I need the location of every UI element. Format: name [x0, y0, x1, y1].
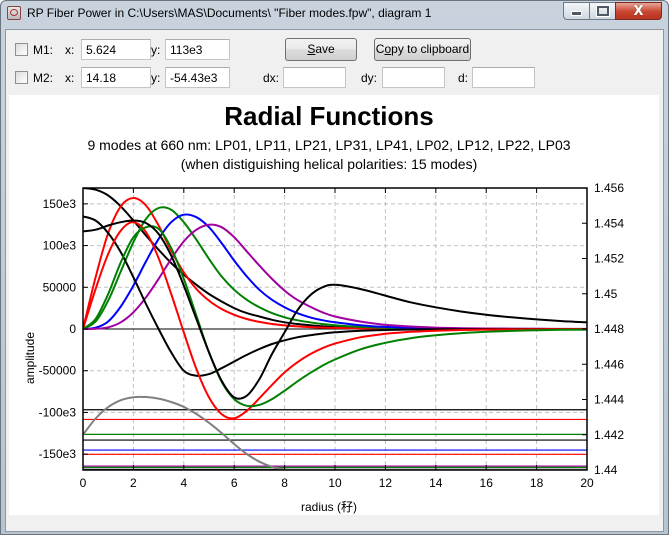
- m2-checkbox[interactable]: [15, 71, 28, 84]
- d-label: d:: [458, 71, 469, 85]
- x-tick-label: 14: [429, 476, 443, 490]
- x-tick-label: 8: [281, 476, 288, 490]
- y2-tick-label: 1.456: [594, 181, 624, 195]
- status-strip: [9, 515, 659, 529]
- x-tick-label: 18: [530, 476, 544, 490]
- x-tick-label: 16: [480, 476, 494, 490]
- x-tick-label: 4: [180, 476, 187, 490]
- m1-checkbox[interactable]: [15, 43, 28, 56]
- x-tick-label: 0: [80, 476, 87, 490]
- dx-label: dx:: [263, 71, 280, 85]
- y2-tick-label: 1.452: [594, 252, 624, 266]
- m2-x-field[interactable]: 14.18: [81, 67, 151, 88]
- y2-tick-label: 1.442: [594, 428, 624, 442]
- dx-field[interactable]: [283, 67, 346, 88]
- y-axis-label: amplitude: [23, 332, 37, 384]
- marker-m2-row: M2: x: 14.18 y: -54.43e3 dx: dy: d:: [6, 67, 661, 89]
- title-bar[interactable]: RP Fiber Power in C:\Users\MAS\Documents…: [1, 1, 668, 29]
- m1-x-field[interactable]: 5.624: [81, 39, 151, 60]
- y-tick-label: -150e3: [39, 447, 77, 461]
- chart-subtitle-2: (when distiguishing helical polarities: …: [181, 156, 478, 172]
- save-button[interactable]: Save: [285, 38, 357, 61]
- m2-x-label: x:: [65, 71, 75, 85]
- y-tick-label: -100e3: [39, 405, 77, 419]
- marker-m1-row: M1: x: 5.624 y: 113e3 Save Copy to clipb…: [6, 38, 661, 61]
- m1-label: M1:: [33, 43, 54, 57]
- maximize-button[interactable]: [589, 2, 616, 20]
- y-tick-label: 100e3: [43, 239, 77, 253]
- x-tick-label: 20: [580, 476, 594, 490]
- close-button[interactable]: X: [615, 2, 662, 20]
- maximize-icon: [595, 5, 610, 17]
- minimize-icon: [571, 11, 582, 16]
- x-tick-label: 2: [130, 476, 137, 490]
- window-title: RP Fiber Power in C:\Users\MAS\Documents…: [27, 6, 432, 20]
- y2-tick-label: 1.454: [594, 216, 624, 230]
- rp-fiber-power-icon[interactable]: [7, 6, 21, 20]
- radial-functions-chart[interactable]: 0 2 4 6 8 10 12 14 16 18 20 150e3 100e3 50000 0 -50000 -…: [9, 95, 659, 515]
- y2-tick-label: 1.45: [594, 287, 618, 301]
- y2-tick-label: 1.446: [594, 357, 624, 371]
- m2-y-label: y:: [151, 71, 161, 85]
- m1-y-label: y:: [151, 43, 161, 57]
- y2-tick-label: 1.444: [594, 393, 624, 407]
- app-window: RP Fiber Power in C:\Users\MAS\Documents…: [0, 0, 669, 535]
- copy-label-rest: py to clipboard: [391, 42, 470, 56]
- chart-subtitle: 9 modes at 660 nm: LP01, LP11, LP21, LP3…: [87, 137, 570, 153]
- x-axis-label: radius (秄): [301, 500, 357, 514]
- m2-y-field[interactable]: -54.43e3: [165, 67, 230, 88]
- m1-x-label: x:: [65, 43, 75, 57]
- save-label-rest: ave: [315, 42, 335, 56]
- close-icon: X: [633, 3, 644, 19]
- d-field[interactable]: [472, 67, 535, 88]
- m2-label: M2:: [33, 71, 54, 85]
- x-tick-label: 6: [231, 476, 238, 490]
- dy-label: dy:: [361, 71, 378, 85]
- y-tick-label: 50000: [43, 280, 77, 294]
- diagram-panel[interactable]: 0 2 4 6 8 10 12 14 16 18 20 150e3 100e3 50000 0 -50000 -…: [9, 95, 659, 515]
- y-tick-label: 150e3: [43, 197, 77, 211]
- copy-to-clipboard-button[interactable]: Copy to clipboard: [374, 38, 471, 61]
- chart-title: Radial Functions: [224, 101, 433, 131]
- y2-tick-label: 1.44: [594, 463, 618, 477]
- minimize-button[interactable]: [563, 2, 590, 20]
- x-tick-label: 10: [328, 476, 342, 490]
- y-tick-label: 0: [69, 322, 76, 336]
- client-area: M1: x: 5.624 y: 113e3 Save Copy to clipb…: [5, 29, 664, 532]
- y2-tick-label: 1.448: [594, 322, 624, 336]
- y-tick-label: -50000: [39, 364, 77, 378]
- x-tick-label: 12: [379, 476, 393, 490]
- dy-field[interactable]: [382, 67, 445, 88]
- m1-y-field[interactable]: 113e3: [165, 39, 230, 60]
